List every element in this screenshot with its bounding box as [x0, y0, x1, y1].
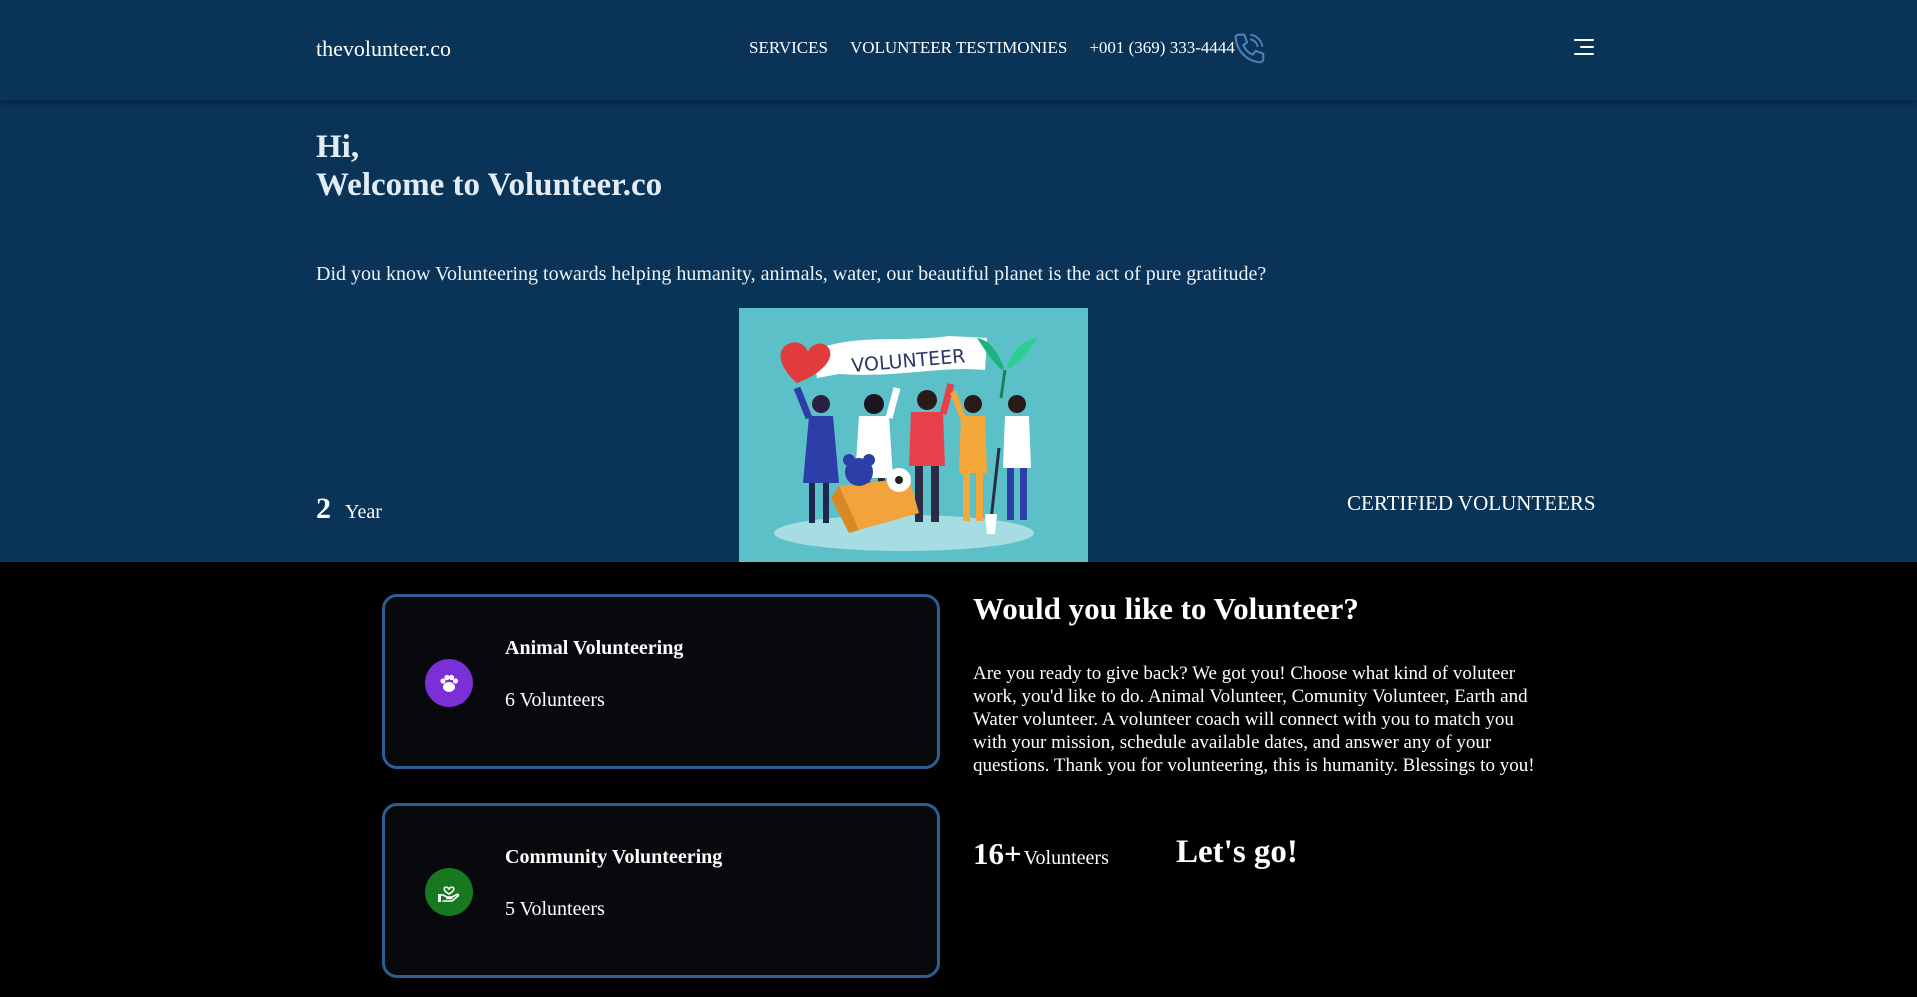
- volunteer-illustration: VOLUNTEER: [739, 308, 1088, 562]
- card-title: Animal Volunteering: [505, 637, 684, 659]
- hero-welcome: Welcome to Volunteer.co: [316, 167, 663, 203]
- card-title: Community Volunteering: [505, 846, 723, 868]
- nav-link-services[interactable]: SERVICES: [749, 38, 828, 58]
- top-navbar: thevolunteer.co SERVICES VOLUNTEER TESTI…: [0, 0, 1917, 100]
- cta-description: Are you ready to give back? We got you! …: [973, 663, 1535, 776]
- cta-stat-label: Volunteers: [1023, 847, 1109, 869]
- nav-link-phone[interactable]: +001 (369) 333-4444: [1089, 38, 1235, 58]
- phone-icon[interactable]: [1230, 29, 1268, 67]
- hamburger-menu-icon[interactable]: [1570, 37, 1594, 57]
- stat-years: 2 Year: [316, 492, 382, 526]
- hero-tagline: Did you know Volunteering towards helpin…: [316, 263, 1267, 285]
- lets-go-button[interactable]: Let's go!: [1176, 834, 1298, 871]
- hero-greeting: Hi,: [316, 129, 360, 165]
- certified-volunteers-label: CERTIFIED VOLUNTEERS: [1347, 491, 1596, 515]
- card-community-volunteering[interactable]: Community Volunteering 5 Volunteers: [382, 803, 940, 978]
- card-animal-volunteering[interactable]: Animal Volunteering 6 Volunteers: [382, 594, 940, 769]
- nav-links: SERVICES VOLUNTEER TESTIMONIES +001 (369…: [749, 38, 1257, 58]
- card-volunteer-count: 6 Volunteers: [505, 689, 605, 711]
- card-volunteer-count: 5 Volunteers: [505, 898, 605, 920]
- hero-heading: Hi, Welcome to Volunteer.co: [316, 128, 662, 204]
- cta-stat-value: 16+: [973, 836, 1022, 871]
- cta-volunteer-stat: 16+ Volunteers: [973, 836, 1109, 872]
- stat-years-value: 2: [316, 492, 331, 525]
- hero-section: Hi, Welcome to Volunteer.co Did you know…: [0, 100, 1917, 562]
- paw-icon: [425, 659, 473, 707]
- nav-link-testimonies[interactable]: VOLUNTEER TESTIMONIES: [850, 38, 1067, 58]
- brand-logo-link[interactable]: thevolunteer.co: [316, 36, 451, 62]
- cta-heading: Would you like to Volunteer?: [973, 591, 1359, 626]
- stat-years-label: Year: [345, 501, 382, 523]
- hand-heart-icon: [425, 868, 473, 916]
